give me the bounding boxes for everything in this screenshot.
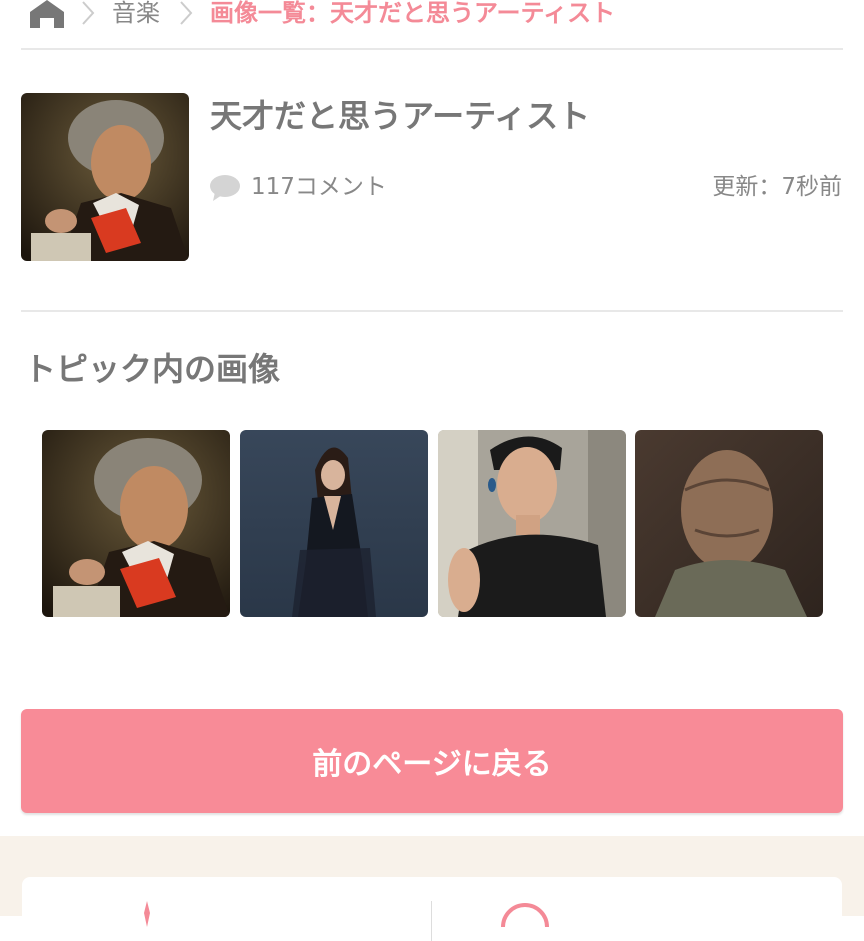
topic-title: 天才だと思うアーティスト xyxy=(210,97,591,135)
divider xyxy=(21,310,843,312)
updated-time: 更新：7秒前 xyxy=(712,174,842,200)
home-icon[interactable] xyxy=(30,0,64,28)
comment-count[interactable]: 117コメント xyxy=(251,172,387,202)
chevron-right-icon xyxy=(180,1,193,25)
chevron-right-icon xyxy=(82,1,95,25)
footer-divider xyxy=(431,901,432,941)
circle-icon xyxy=(501,903,549,928)
gallery-image[interactable] xyxy=(635,430,823,617)
gallery-image[interactable] xyxy=(438,430,626,617)
gallery-heading: トピック内の画像 xyxy=(24,350,281,388)
footer-card xyxy=(22,877,842,941)
breadcrumb: 音楽 画像一覧：天才だと思うアーティスト xyxy=(0,0,864,48)
breadcrumb-current: 画像一覧：天才だと思うアーティスト xyxy=(210,0,616,27)
comment-icon xyxy=(210,175,240,201)
breadcrumb-music-link[interactable]: 音楽 xyxy=(112,0,160,28)
gallery-image[interactable] xyxy=(42,430,230,617)
topic-thumbnail[interactable] xyxy=(21,93,189,261)
pin-icon xyxy=(144,901,150,927)
divider xyxy=(21,48,843,50)
back-button[interactable]: 前のページに戻る xyxy=(21,709,843,813)
gallery-image[interactable] xyxy=(240,430,428,617)
